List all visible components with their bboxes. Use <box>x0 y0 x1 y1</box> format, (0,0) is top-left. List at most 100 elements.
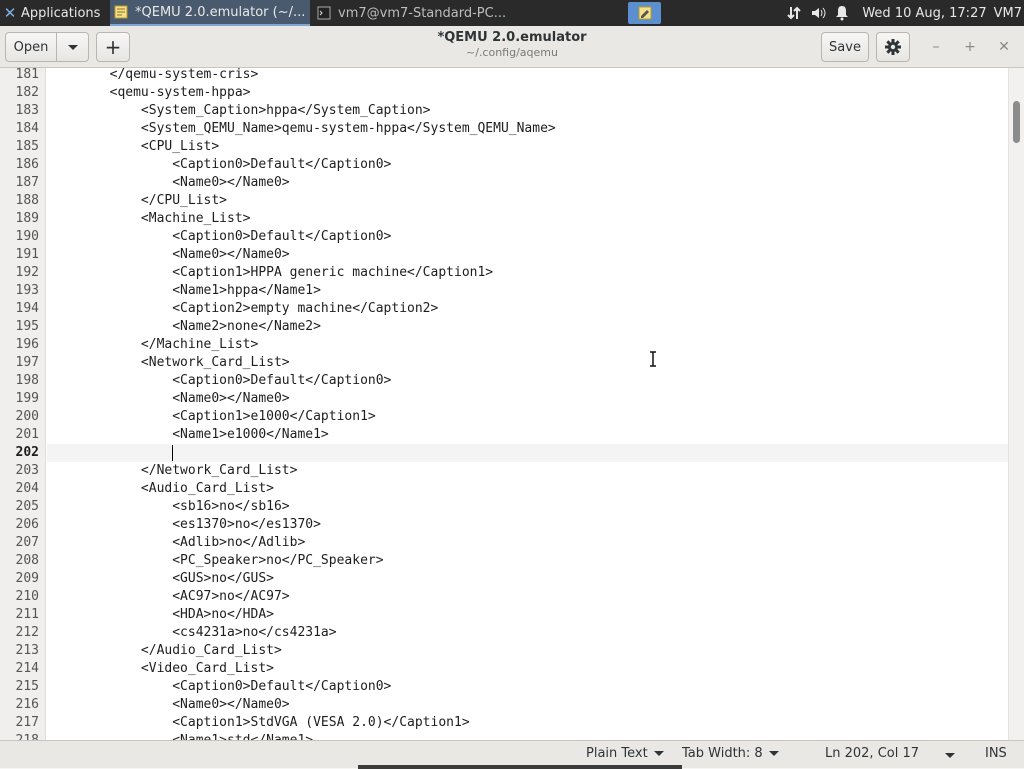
line-number: 196 <box>15 337 39 352</box>
code-line[interactable]: <Caption0>Default</Caption0> <box>47 372 1008 390</box>
launcher-editor-button[interactable] <box>628 2 661 24</box>
code-line[interactable]: <System_Caption>hppa</System_Caption> <box>47 102 1008 120</box>
code-line[interactable]: <PC_Speaker>no</PC_Speaker> <box>47 552 1008 570</box>
ibeam-cursor-icon <box>650 351 656 367</box>
header-bar: Open + *QEMU 2.0.emulator ~/.config/aqem… <box>0 26 1024 68</box>
clock[interactable]: Wed 10 Aug, 17:27 <box>862 6 986 21</box>
tab-width-label: Tab Width: 8 <box>682 746 763 761</box>
terminal-icon <box>317 6 331 20</box>
code-line[interactable]: <Caption0>Default</Caption0> <box>47 228 1008 246</box>
line-number: 208 <box>15 553 39 568</box>
code-line[interactable]: <GUS>no</GUS> <box>47 570 1008 588</box>
language-selector[interactable]: Plain Text <box>586 746 664 761</box>
text-editor[interactable]: 181 182 183 184 185 186 187 188 189 190 191 192 193 1… <box>0 68 1024 740</box>
code-line[interactable]: <Name0></Name0> <box>47 174 1008 192</box>
code-line[interactable]: <Name2>none</Name2> <box>47 318 1008 336</box>
code-line[interactable]: <Name1>e1000</Name1> <box>47 426 1008 444</box>
code-line[interactable]: <Network_Card_List> <box>47 354 1008 372</box>
open-button[interactable]: Open <box>5 32 57 62</box>
network-icon[interactable] <box>784 0 804 26</box>
line-number: 200 <box>15 409 39 424</box>
volume-icon[interactable] <box>808 0 828 26</box>
line-number: 203 <box>15 463 39 478</box>
code-line[interactable]: </Machine_List> <box>47 336 1008 354</box>
code-line[interactable]: <Audio_Card_List> <box>47 480 1008 498</box>
code-line[interactable]: </qemu-system-cris> <box>47 68 1008 84</box>
line-number: 182 <box>15 85 39 100</box>
code-line[interactable]: <Name0></Name0> <box>47 246 1008 264</box>
line-number: 198 <box>15 373 39 388</box>
applications-menu[interactable]: ✕ Applications <box>0 0 110 26</box>
save-button[interactable]: Save <box>821 32 869 62</box>
code-line[interactable]: <Name0></Name0> <box>47 696 1008 714</box>
line-number: 192 <box>15 265 39 280</box>
line-number: 212 <box>15 625 39 640</box>
vertical-scrollbar[interactable] <box>1008 68 1024 740</box>
code-line[interactable]: </Audio_Card_List> <box>47 642 1008 660</box>
cursor-position-selector[interactable]: Ln 202, Col 17 <box>825 746 919 761</box>
code-line[interactable]: <Caption0>Default</Caption0> <box>47 156 1008 174</box>
code-line[interactable]: <sb16>no</sb16> <box>47 498 1008 516</box>
line-number: 217 <box>15 715 39 730</box>
code-line[interactable]: <cs4231a>no</cs4231a> <box>47 624 1008 642</box>
code-line[interactable] <box>47 444 1008 462</box>
chevron-down-icon[interactable] <box>945 753 955 758</box>
menu-button[interactable] <box>876 32 910 62</box>
close-icon[interactable]: ✕ <box>995 38 1013 56</box>
minimize-icon[interactable]: – <box>927 38 945 56</box>
maximize-icon[interactable]: + <box>961 38 979 56</box>
code-line[interactable]: <CPU_List> <box>47 138 1008 156</box>
code-line[interactable]: <Caption1>HPPA generic machine</Caption1… <box>47 264 1008 282</box>
code-line[interactable]: <qemu-system-hppa> <box>47 84 1008 102</box>
text-editor-icon <box>638 6 651 20</box>
code-line[interactable]: <Name1>std</Name1> <box>47 732 1008 740</box>
new-document-button[interactable]: + <box>96 32 130 62</box>
taskbar-item-terminal[interactable]: vm7@vm7-Standard-PC... <box>313 0 513 26</box>
line-number: 199 <box>15 391 39 406</box>
code-area[interactable]: </qemu-system-cris> <qemu-system-hppa> <… <box>47 68 1008 740</box>
code-line[interactable]: <HDA>no</HDA> <box>47 606 1008 624</box>
line-number: 216 <box>15 697 39 712</box>
window-title-block: *QEMU 2.0.emulator ~/.config/aqemu <box>362 30 662 59</box>
scrollbar-thumb[interactable] <box>1013 101 1020 143</box>
user-menu[interactable]: VM7 <box>994 6 1022 21</box>
xfce-logo-icon: ✕ <box>3 4 17 22</box>
tab-width-selector[interactable]: Tab Width: 8 <box>682 746 779 761</box>
notification-bell-icon[interactable] <box>832 0 852 26</box>
line-number: 195 <box>15 319 39 334</box>
code-line[interactable]: <AC97>no</AC97> <box>47 588 1008 606</box>
code-line[interactable]: <Adlib>no</Adlib> <box>47 534 1008 552</box>
code-line[interactable]: <Caption0>Default</Caption0> <box>47 678 1008 696</box>
horizontal-scroll-indicator[interactable] <box>358 765 682 769</box>
open-recent-button[interactable] <box>56 32 89 62</box>
insert-mode-indicator: INS <box>985 746 1007 761</box>
line-number: 191 <box>15 247 39 262</box>
code-line[interactable]: <Name1>hppa</Name1> <box>47 282 1008 300</box>
chevron-down-icon <box>768 751 779 756</box>
line-number: 213 <box>15 643 39 658</box>
code-line[interactable]: </CPU_List> <box>47 192 1008 210</box>
cursor-position-label: Ln 202, Col 17 <box>825 746 920 761</box>
system-tray: Wed 10 Aug, 17:27 VM7 <box>780 0 1024 26</box>
code-line[interactable]: <System_QEMU_Name>qemu-system-hppa</Syst… <box>47 120 1008 138</box>
status-bar: Plain Text Tab Width: 8 Ln 202, Col 17 I… <box>0 740 1024 769</box>
code-line[interactable]: <Caption1>e1000</Caption1> <box>47 408 1008 426</box>
code-line[interactable]: <Machine_List> <box>47 210 1008 228</box>
line-number: 214 <box>15 661 39 676</box>
line-number: 218 <box>0 732 39 740</box>
code-line[interactable]: <Caption1>StdVGA (VESA 2.0)</Caption1> <box>47 714 1008 732</box>
line-number: 188 <box>15 193 39 208</box>
taskbar-item-editor[interactable]: *QEMU 2.0.emulator (~/... <box>110 0 310 26</box>
line-number: 185 <box>15 139 39 154</box>
code-line[interactable]: </Network_Card_List> <box>47 462 1008 480</box>
taskbar-item-label: vm7@vm7-Standard-PC... <box>338 5 507 21</box>
code-line[interactable]: <Video_Card_List> <box>47 660 1008 678</box>
line-number: 193 <box>15 283 39 298</box>
chevron-down-icon <box>67 44 78 50</box>
applications-label: Applications <box>21 5 101 21</box>
code-line[interactable]: <Caption2>empty machine</Caption2> <box>47 300 1008 318</box>
code-line[interactable]: <es1370>no</es1370> <box>47 516 1008 534</box>
line-number: 201 <box>15 427 39 442</box>
line-number: 206 <box>15 517 39 532</box>
code-line[interactable]: <Name0></Name0> <box>47 390 1008 408</box>
